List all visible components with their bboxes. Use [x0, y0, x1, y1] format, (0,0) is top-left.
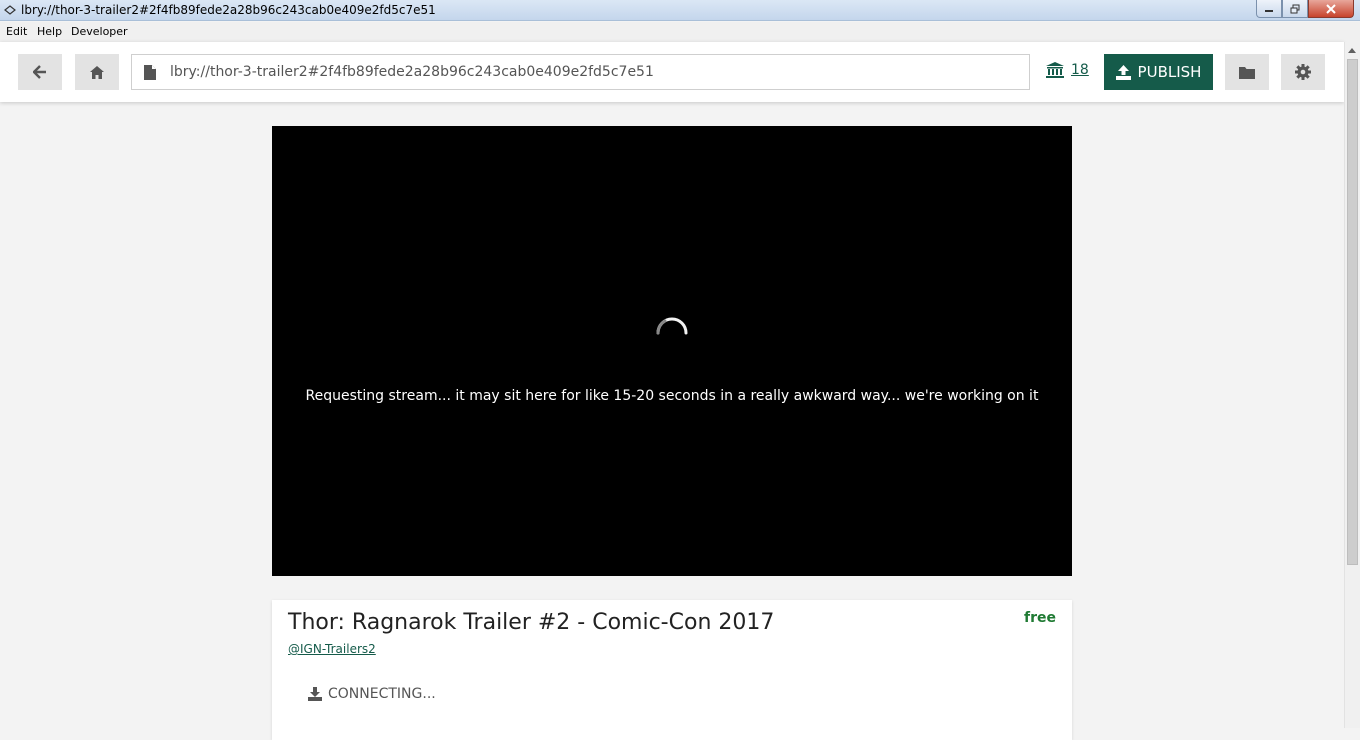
url-input[interactable]	[170, 55, 1020, 89]
downloads-button[interactable]	[1225, 54, 1269, 90]
home-button[interactable]	[75, 54, 119, 90]
upload-icon	[1115, 64, 1131, 80]
folder-icon	[1239, 66, 1255, 79]
settings-button[interactable]	[1281, 54, 1325, 90]
wallet-balance-link[interactable]: 18	[1046, 62, 1089, 78]
scrollbar-thumb[interactable]	[1347, 59, 1358, 565]
home-icon	[90, 65, 104, 79]
file-info-card: Thor: Ragnarok Trailer #2 - Comic-Con 20…	[272, 600, 1072, 740]
scroll-up-arrow-icon[interactable]	[1348, 48, 1356, 53]
window-controls	[1256, 0, 1354, 18]
menu-bar: Edit Help Developer	[0, 22, 1360, 42]
download-status-label: CONNECTING...	[328, 686, 436, 702]
channel-link[interactable]: @IGN-Trailers2	[288, 642, 376, 656]
price-badge: free	[1024, 610, 1056, 626]
file-icon	[144, 65, 156, 80]
window-titlebar: lbry://thor-3-trailer2#2f4fb89fede2a28b9…	[0, 0, 1360, 21]
minimize-button[interactable]	[1256, 0, 1282, 18]
back-arrow-icon	[33, 65, 46, 79]
download-status: CONNECTING...	[308, 686, 436, 702]
restore-icon	[1290, 4, 1300, 13]
page-scrollbar[interactable]	[1344, 42, 1360, 728]
app-icon	[4, 5, 16, 15]
video-player[interactable]: Requesting stream... it may sit here for…	[272, 126, 1072, 576]
menu-developer[interactable]: Developer	[71, 25, 128, 38]
menu-edit[interactable]: Edit	[6, 25, 27, 38]
gear-icon	[1295, 64, 1311, 80]
loading-spinner-icon	[656, 317, 688, 335]
restore-button[interactable]	[1282, 0, 1308, 18]
publish-button[interactable]: PUBLISH	[1104, 54, 1213, 90]
window-title: lbry://thor-3-trailer2#2f4fb89fede2a28b9…	[21, 3, 436, 17]
menu-help[interactable]: Help	[37, 25, 62, 38]
download-icon	[308, 687, 322, 701]
app-header: 18 PUBLISH	[0, 42, 1344, 102]
back-button[interactable]	[18, 54, 62, 90]
wallet-amount: 18	[1071, 62, 1089, 78]
bank-icon	[1046, 62, 1064, 78]
publish-label: PUBLISH	[1137, 63, 1202, 81]
video-title: Thor: Ragnarok Trailer #2 - Comic-Con 20…	[288, 610, 775, 635]
close-icon	[1326, 3, 1336, 14]
address-bar[interactable]	[131, 54, 1030, 90]
stream-status-message: Requesting stream... it may sit here for…	[305, 388, 1039, 404]
minimize-icon	[1265, 9, 1273, 12]
close-window-button[interactable]	[1308, 0, 1354, 18]
